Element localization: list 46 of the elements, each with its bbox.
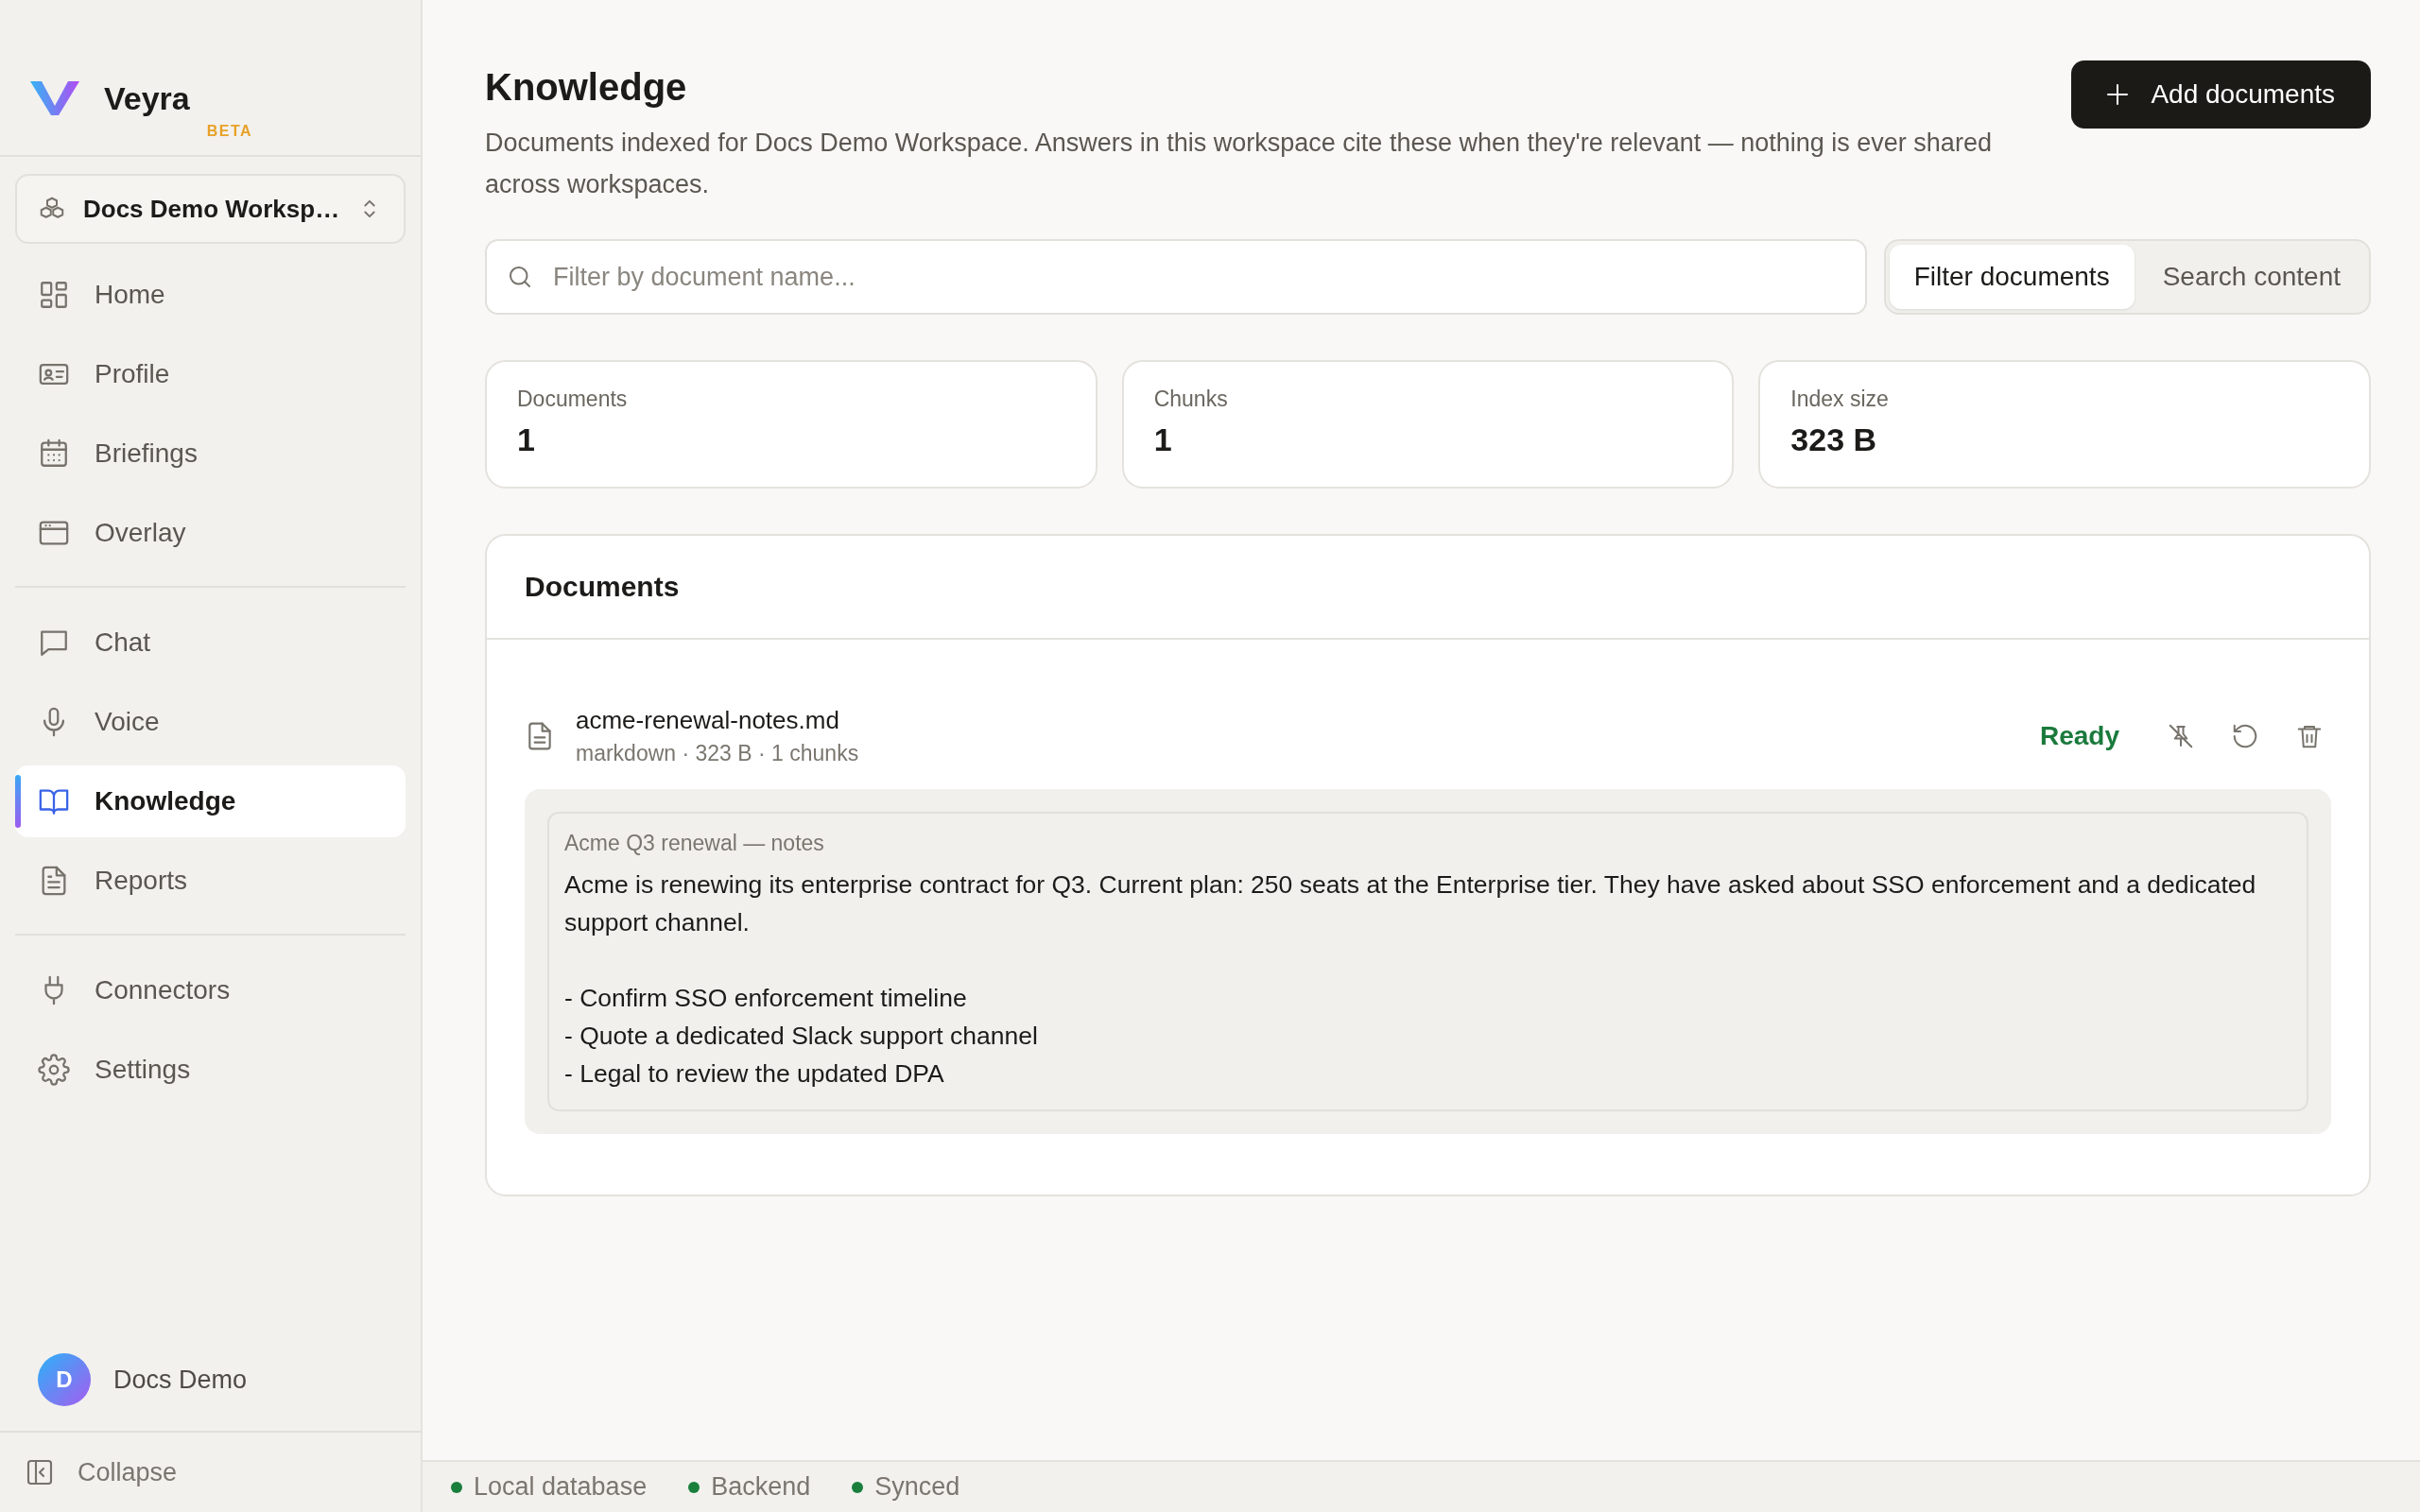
nav-item[interactable]: Home [15, 259, 406, 331]
nav-item[interactable]: Voice [15, 686, 406, 758]
search-field[interactable]: Filter by document name... [485, 239, 1867, 315]
brand-name: Veyra [104, 79, 190, 117]
document-meta: markdown · 323 B · 1 chunks [576, 741, 860, 766]
stat-value: 1 [517, 421, 536, 458]
nav-item[interactable]: Settings [15, 1034, 406, 1106]
page-description: Documents indexed for Docs Demo Workspace. Answers in this workspace cite these when they're relevant — nothing is ever shared across workspaces. [485, 128, 1993, 200]
user-name: Docs Demo [113, 1365, 248, 1395]
preview-line: - Legal to review the updated DPA [564, 1058, 945, 1090]
stat-value: 1 [1153, 421, 1173, 458]
stat-label: Chunks [1153, 387, 1229, 412]
add-documents-button[interactable]: Add documents [2071, 60, 2371, 129]
panel-title: Documents [525, 571, 680, 603]
status-label: Ready [2039, 721, 2119, 751]
preview-paragraph: Acme is renewing its enterprise contract for Q3. Current plan: 250 seats at the Enterprise tier. They have asked about SSO enforcement and a dedicated support channel. [564, 869, 2257, 938]
settings-icon [38, 1054, 70, 1086]
view-tab[interactable]: Search content [2137, 245, 2365, 309]
status-text: Local database [474, 1472, 648, 1502]
beta-label: BETA [206, 123, 253, 140]
pin-slash-icon [2167, 722, 2195, 750]
workspace-selector[interactable]: Docs Demo Worksp… [15, 174, 406, 244]
view-tab[interactable]: Filter documents [1889, 245, 2135, 309]
nav-item[interactable]: Profile [15, 338, 406, 410]
page-title: Knowledge [485, 66, 688, 109]
nav-item[interactable]: Overlay [15, 497, 406, 569]
user-avatar[interactable]: D [38, 1353, 91, 1406]
preview-line: - Quote a dedicated Slack support channel [564, 1021, 1039, 1052]
nav-item[interactable]: Chat [15, 607, 406, 679]
status-text: Synced [874, 1472, 960, 1502]
stat-label: Documents [517, 387, 629, 412]
preview-line: - Confirm SSO enforcement timeline [564, 983, 968, 1014]
collapse-button[interactable]: Collapse [0, 1431, 421, 1512]
nav-item[interactable]: Connectors [15, 954, 406, 1026]
preview-title: Acme Q3 renewal — notes [564, 831, 825, 856]
grid-icon [38, 279, 70, 311]
status-text: Backend [711, 1472, 811, 1502]
nav-item[interactable]: Knowledge [15, 765, 406, 837]
nav-item[interactable]: Reports [15, 845, 406, 917]
calendar-icon [38, 438, 70, 470]
stat-label: Index size [1790, 387, 1890, 412]
sidebar-panel-icon [25, 1457, 55, 1487]
nav-item[interactable]: Briefings [15, 418, 406, 490]
document-name[interactable]: acme-renewal-notes.md [576, 706, 2019, 735]
stat-value: 323 B [1790, 421, 1878, 458]
refresh-icon [2231, 722, 2259, 750]
